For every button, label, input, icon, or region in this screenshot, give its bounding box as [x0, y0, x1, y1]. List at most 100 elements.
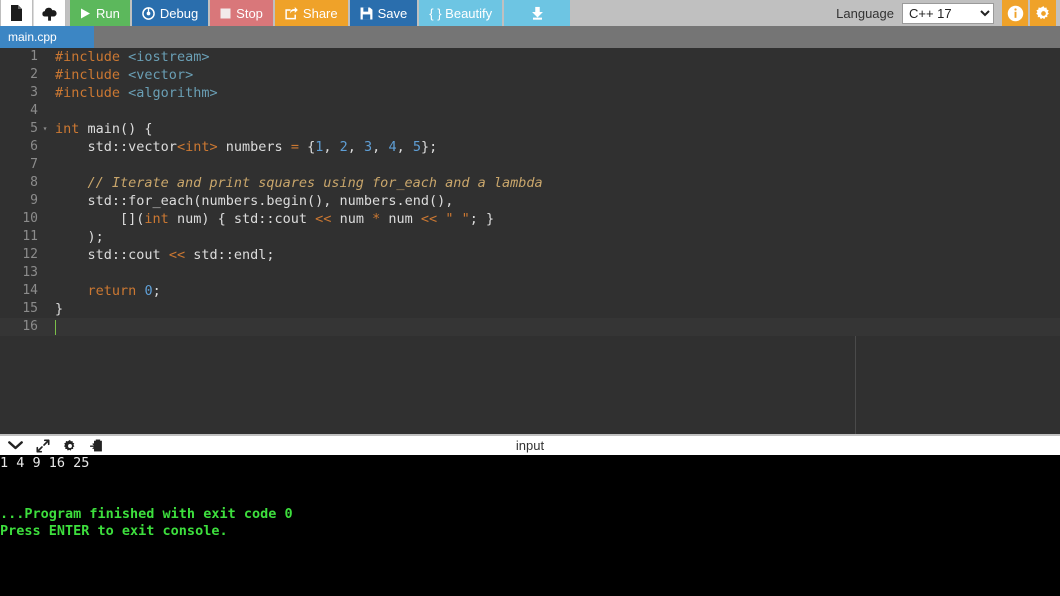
stop-button-label: Stop	[236, 5, 263, 21]
code-line[interactable]: 12 std::cout << std::endl;	[0, 246, 1060, 264]
line-number: 4	[30, 103, 38, 118]
console-line: ...Program finished with exit code 0	[0, 506, 293, 522]
paste-clipboard-icon	[90, 439, 102, 451]
line-text: int main() {	[55, 121, 153, 137]
line-number: 16	[22, 319, 38, 334]
debug-button-label: Debug	[159, 5, 199, 21]
code-line[interactable]: 14 return 0;	[0, 282, 1060, 300]
line-text: #include <algorithm>	[55, 85, 218, 101]
line-number: 3	[30, 85, 38, 100]
line-number: 14	[22, 283, 38, 298]
save-button-label: Save	[377, 5, 408, 21]
line-number: 10	[22, 211, 38, 226]
code-line[interactable]: 9 std::for_each(numbers.begin(), numbers…	[0, 192, 1060, 210]
code-line[interactable]: 8 // Iterate and print squares using for…	[0, 174, 1060, 192]
line-text: std::for_each(numbers.begin(), numbers.e…	[87, 193, 454, 209]
gear-icon	[64, 439, 75, 451]
beautify-button[interactable]: { } Beautify	[419, 0, 503, 26]
code-lines-container[interactable]: 1 #include <iostream> 2 #include <vector> 3 #…	[0, 48, 1060, 336]
expand-panel-button[interactable]	[36, 438, 50, 453]
floppy-disk-icon	[360, 7, 373, 20]
line-text: #include <iostream>	[55, 49, 210, 65]
new-file-button[interactable]	[0, 0, 33, 26]
line-number: 7	[30, 157, 38, 172]
download-button[interactable]	[504, 0, 571, 26]
line-text: #include <vector>	[55, 67, 194, 83]
collapse-panel-button[interactable]	[8, 440, 23, 451]
share-button-label: Share	[302, 5, 338, 21]
line-number: 12	[22, 247, 38, 262]
stop-button[interactable]: Stop	[210, 0, 273, 26]
code-fold-toggle[interactable]: ▾	[41, 120, 49, 138]
toolbar-left-group: Run Debug Stop Share Save {} Beautify	[0, 0, 571, 26]
paste-input-button[interactable]	[90, 439, 104, 453]
line-text: }	[55, 301, 64, 317]
line-text: return 0;	[87, 283, 161, 299]
code-line[interactable]: 15}	[0, 300, 1060, 318]
code-line[interactable]: 10 [](int num) { std::cout << num * num …	[0, 210, 1060, 228]
line-number: 2	[30, 67, 38, 82]
code-line[interactable]: 3 #include <algorithm>	[0, 84, 1060, 102]
console-output[interactable]: 1 4 9 16 25 ...Program finished with exi…	[0, 455, 1060, 596]
file-tab-bar: main.cpp	[0, 26, 1060, 48]
line-number: 5	[30, 121, 38, 136]
download-icon	[530, 6, 545, 21]
line-number: 8	[30, 175, 38, 190]
code-line[interactable]: 11 );	[0, 228, 1060, 246]
console-line: Press ENTER to exit console.	[0, 523, 228, 539]
debug-button[interactable]: Debug	[131, 0, 209, 26]
line-number: 15	[22, 301, 38, 316]
beautify-button-label: { } Beautify	[429, 5, 493, 21]
language-label: Language	[836, 5, 894, 21]
code-line[interactable]: 6 std::vector<int> numbers = {1, 2, 3, 4…	[0, 138, 1060, 156]
settings-button[interactable]	[1030, 0, 1056, 26]
line-number: 13	[22, 265, 38, 280]
stop-square-icon	[220, 8, 231, 19]
code-line[interactable]: 4	[0, 102, 1060, 120]
ide-window: Run Debug Stop Share Save {} Beautify L…	[0, 0, 1060, 596]
io-settings-button[interactable]	[63, 439, 77, 453]
share-icon	[285, 6, 298, 20]
code-editor[interactable]: 1 #include <iostream> 2 #include <vector> 3 #…	[0, 48, 1060, 434]
run-button-label: Run	[96, 5, 120, 21]
code-line[interactable]: 1 #include <iostream>	[0, 48, 1060, 66]
tab-label: main.cpp	[8, 30, 57, 44]
toolbar-right-group: Language C++ 17	[836, 0, 1060, 26]
share-button[interactable]: Share	[274, 0, 348, 26]
io-toolbar-icons	[0, 438, 104, 453]
file-icon	[11, 5, 22, 21]
expand-arrows-icon	[36, 438, 50, 453]
upload-file-button[interactable]	[33, 0, 66, 26]
code-line[interactable]: 2 #include <vector>	[0, 66, 1060, 84]
code-line[interactable]: 5 ▾ int main() {	[0, 120, 1060, 138]
text-caret	[55, 320, 56, 335]
info-icon	[1007, 5, 1023, 21]
line-number: 9	[30, 193, 38, 208]
code-line[interactable]: 7	[0, 156, 1060, 174]
line-number: 1	[30, 49, 38, 64]
chevron-down-icon	[8, 441, 23, 450]
cloud-upload-icon	[42, 7, 57, 21]
line-number: 11	[22, 229, 38, 244]
debug-circle-icon	[142, 6, 155, 20]
run-button[interactable]: Run	[70, 0, 130, 26]
code-line[interactable]: 13	[0, 264, 1060, 282]
line-text: std::cout << std::endl;	[87, 247, 275, 263]
line-text: [](int num) { std::cout << num * num << …	[55, 211, 495, 227]
main-toolbar: Run Debug Stop Share Save {} Beautify L…	[0, 0, 1060, 26]
io-toolbar: input	[0, 436, 1060, 455]
save-button[interactable]: Save	[349, 0, 418, 26]
line-text: // Iterate and print squares using for_e…	[87, 175, 543, 191]
line-number: 6	[30, 139, 38, 154]
tab-main-cpp[interactable]: main.cpp	[0, 26, 94, 48]
line-text: std::vector<int> numbers = {1, 2, 3, 4, …	[87, 139, 438, 155]
info-button[interactable]	[1002, 0, 1028, 26]
code-line[interactable]: 16	[0, 318, 1060, 336]
play-icon	[80, 8, 91, 19]
line-text: );	[55, 229, 104, 245]
console-line: 1 4 9 16 25	[0, 455, 90, 471]
language-select[interactable]: C++ 17	[902, 2, 994, 24]
gear-icon	[1035, 5, 1049, 19]
